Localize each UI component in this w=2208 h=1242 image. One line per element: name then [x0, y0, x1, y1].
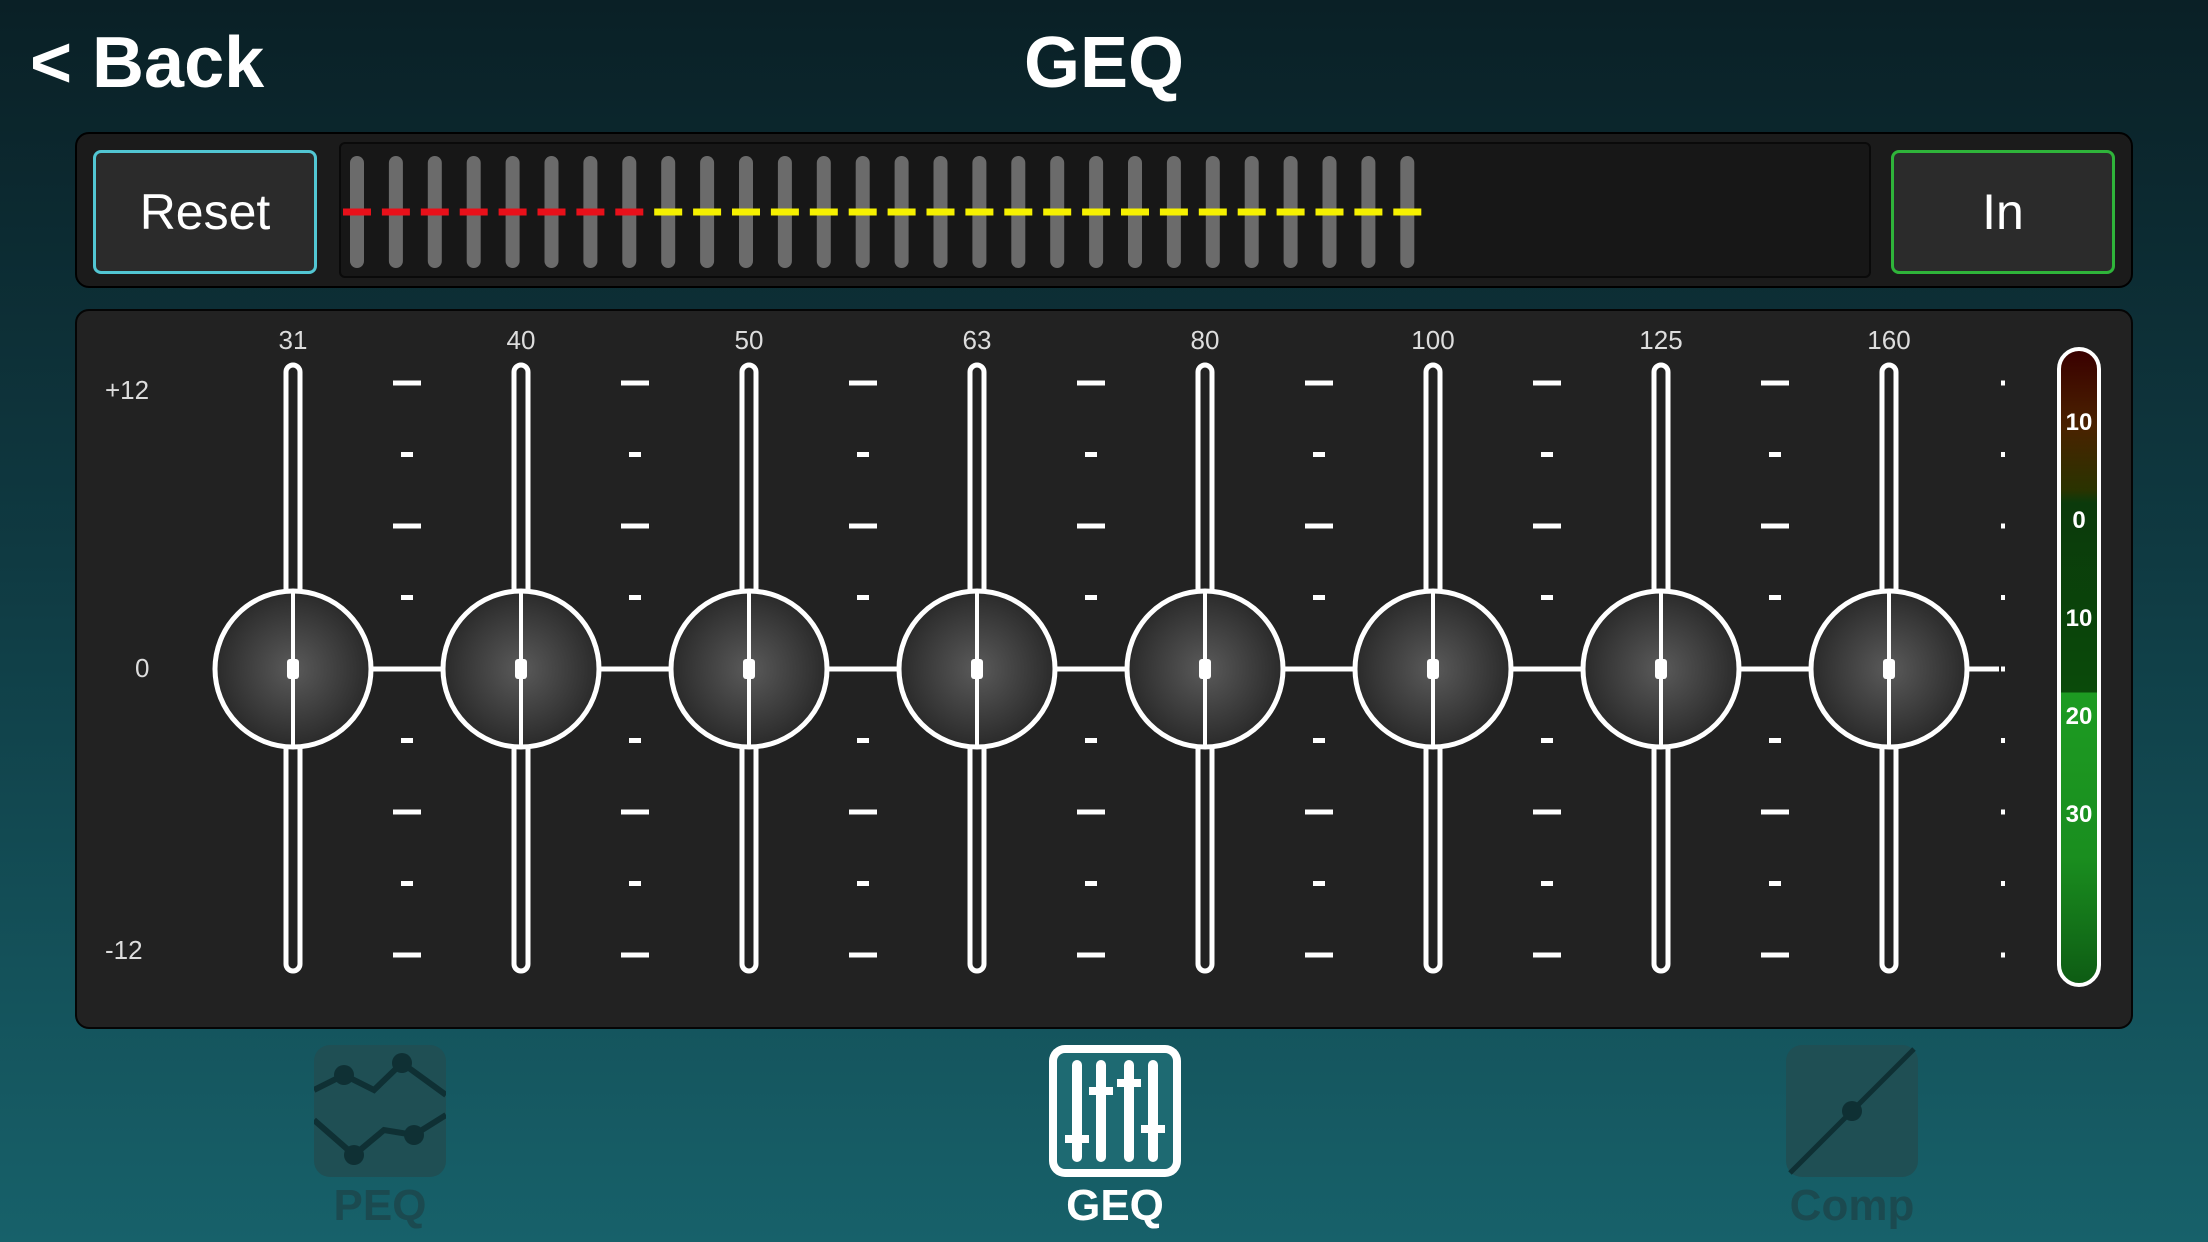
geq-fader-graphic: [212, 362, 2005, 974]
scale-bottom-label: -12: [105, 935, 143, 965]
tab-geq[interactable]: GEQ: [1035, 1045, 1195, 1231]
in-button[interactable]: In: [1891, 150, 2115, 274]
fader-knob-indicator: [1883, 659, 1895, 679]
overview-strip: Reset In: [75, 132, 2133, 288]
meter-tick: 0: [2072, 507, 2086, 534]
meter-tick: 10: [2065, 409, 2093, 436]
band-frequency-label: 31: [278, 325, 308, 355]
band-frequency-label: 100: [1411, 325, 1455, 355]
meter-tick: 30: [2065, 801, 2093, 828]
scale-top-label: +12: [105, 375, 150, 405]
output-level-meter: 10 0 10 20 30: [2057, 347, 2101, 987]
fader-knob-indicator: [1427, 659, 1439, 679]
sliders-icon: [1049, 1045, 1181, 1177]
band-overview-graphic: [343, 156, 1422, 268]
compressor-curve-icon: [1786, 1045, 1918, 1177]
fader-knob-indicator: [1199, 659, 1211, 679]
band-frequency-label: 80: [1190, 325, 1220, 355]
fader-knob-indicator: [743, 659, 755, 679]
band-frequency-label: 125: [1639, 325, 1683, 355]
band-overview[interactable]: [339, 142, 1871, 278]
peq-curve-icon: [312, 1045, 448, 1177]
scale-mid-label: 0: [135, 653, 150, 683]
fader-knob-indicator: [1655, 659, 1667, 679]
geq-panel: +12 0 -12 31 40 50 63 80 100 125 160 10 0 10 20…: [75, 309, 2133, 1029]
band-frequency-label: 63: [962, 325, 992, 355]
fader-knob-indicator: [287, 659, 299, 679]
tab-label: GEQ: [1066, 1181, 1164, 1230]
page-title: GEQ: [1023, 23, 1185, 103]
tab-comp[interactable]: Comp: [1772, 1045, 1932, 1231]
tab-peq[interactable]: PEQ: [300, 1045, 460, 1231]
band-frequency-label: 50: [734, 325, 764, 355]
fader-knob-indicator: [971, 659, 983, 679]
band-frequency-label: 40: [506, 325, 536, 355]
band-frequency-label: 160: [1867, 325, 1911, 355]
tab-label: PEQ: [333, 1181, 427, 1230]
meter-tick: 20: [2065, 703, 2093, 730]
fader-knob-indicator: [515, 659, 527, 679]
tab-label: Comp: [1789, 1181, 1915, 1230]
reset-button[interactable]: Reset: [93, 150, 317, 274]
meter-tick: 10: [2065, 605, 2093, 632]
